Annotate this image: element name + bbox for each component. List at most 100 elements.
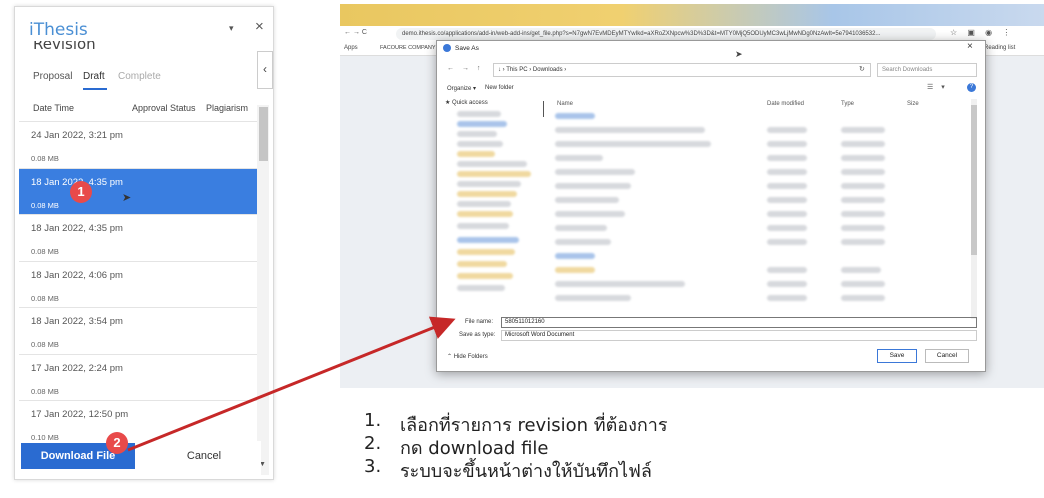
blurred-nav-item xyxy=(457,181,521,187)
active-tab-indicator xyxy=(83,88,107,90)
blurred-file-meta xyxy=(841,155,885,161)
revision-row[interactable]: 18 Jan 2022, 4:06 pm 0.08 MB xyxy=(19,260,257,308)
bookmark-reading-list[interactable]: Reading list xyxy=(984,45,1015,51)
column-header-approval: Approval Status xyxy=(132,103,196,113)
step-number: 2. xyxy=(364,433,382,454)
blurred-file-meta xyxy=(767,211,807,217)
column-header-plagiarism: Plagiarism xyxy=(206,103,249,113)
revision-date: 18 Jan 2022, 3:54 pm xyxy=(31,316,123,327)
save-type-row: Save as type: Microsoft Word Document xyxy=(447,330,977,342)
blurred-file-meta xyxy=(767,197,807,203)
dialog-nav-icons[interactable]: ← → ↑ xyxy=(447,65,483,72)
blurred-nav-item xyxy=(457,249,515,255)
blurred-file-meta xyxy=(767,155,807,161)
panel-title: iThesis xyxy=(29,20,88,40)
blurred-file-meta xyxy=(841,281,885,287)
navigation-pane[interactable]: ★ Quick access xyxy=(443,99,541,319)
hide-folders-toggle[interactable]: ⌃ Hide Folders xyxy=(447,353,488,360)
save-type-select[interactable]: Microsoft Word Document xyxy=(501,330,977,341)
revision-row[interactable]: 18 Jan 2022, 4:35 pm 0.08 MB xyxy=(19,214,257,261)
step-number: 1. xyxy=(364,410,382,431)
revision-row[interactable]: 18 Jan 2022, 3:54 pm 0.08 MB xyxy=(19,307,257,354)
ithesis-panel: iThesis ▾ × Revision ‹ Proposal Draft Co… xyxy=(14,6,274,480)
address-bar[interactable]: demo.ithesis.co/applications/add-in/web-… xyxy=(396,28,936,40)
browser-tab-strip xyxy=(340,4,1044,26)
blurred-file-meta xyxy=(767,239,807,245)
blurred-file-meta xyxy=(767,127,807,133)
blurred-file-meta xyxy=(841,169,885,175)
scrollbar-thumb[interactable] xyxy=(259,107,268,161)
close-icon[interactable]: × xyxy=(255,18,264,35)
bookmark-apps[interactable]: Apps xyxy=(344,45,358,51)
cancel-button[interactable]: Cancel xyxy=(925,349,969,363)
blurred-nav-item xyxy=(457,171,531,177)
blurred-file-meta xyxy=(841,225,885,231)
refresh-icon[interactable]: ↻ xyxy=(859,65,865,73)
search-input[interactable]: Search Downloads xyxy=(877,63,977,77)
blurred-file-meta xyxy=(767,267,807,273)
revision-row[interactable]: 17 Jan 2022, 2:24 pm 0.08 MB xyxy=(19,353,257,401)
dialog-title: Save As xyxy=(455,45,479,52)
cancel-button[interactable]: Cancel xyxy=(155,443,253,469)
help-icon[interactable]: ? xyxy=(967,83,976,92)
blurred-nav-item xyxy=(457,211,513,217)
blurred-file-row xyxy=(555,281,685,287)
column-header-type[interactable]: Type xyxy=(841,101,854,107)
quick-access-item[interactable]: ★ Quick access xyxy=(445,99,488,106)
revision-row[interactable]: 17 Jan 2022, 12:50 pm 0.10 MB xyxy=(19,400,257,447)
column-header-date-modified[interactable]: Date modified xyxy=(767,101,804,107)
file-list-scroll-thumb[interactable] xyxy=(971,105,977,255)
save-type-label: Save as type: xyxy=(459,332,496,338)
browser-toolbar-icons[interactable]: ☆ ▣ ◉ ⋮ xyxy=(950,28,1014,37)
mouse-cursor-icon: ➤ xyxy=(122,192,132,204)
blurred-file-row xyxy=(555,141,711,147)
revision-size: 0.08 MB xyxy=(31,247,59,256)
blurred-file-row xyxy=(555,267,595,273)
revision-row-selected[interactable]: 18 Jan 2022, 4:35 pm 0.08 MB xyxy=(19,167,257,214)
blurred-nav-item xyxy=(457,121,507,127)
blurred-file-row xyxy=(555,225,607,231)
blurred-nav-item xyxy=(457,285,505,291)
save-button[interactable]: Save xyxy=(877,349,917,363)
chrome-icon xyxy=(443,44,451,52)
blurred-file-group xyxy=(555,113,595,119)
blurred-file-meta xyxy=(841,295,885,301)
blurred-file-meta xyxy=(767,281,807,287)
revision-row[interactable]: 24 Jan 2022, 3:21 pm 0.08 MB xyxy=(19,121,257,168)
browser-nav-icons[interactable]: ← → C xyxy=(344,29,367,36)
close-icon[interactable]: × xyxy=(967,41,973,52)
blurred-file-row xyxy=(555,127,705,133)
blurred-file-meta xyxy=(767,295,807,301)
tab-complete[interactable]: Complete xyxy=(118,71,161,82)
revision-list: 24 Jan 2022, 3:21 pm 0.08 MB 18 Jan 2022… xyxy=(19,121,257,447)
revision-date: 18 Jan 2022, 4:35 pm xyxy=(31,223,123,234)
blurred-file-row xyxy=(555,197,619,203)
chevron-down-icon[interactable]: ▾ xyxy=(229,23,234,34)
browser-screenshot: ← → C demo.ithesis.co/applications/add-i… xyxy=(340,4,1044,388)
blurred-nav-item xyxy=(457,191,517,197)
blurred-file-row xyxy=(555,155,603,161)
file-name-input[interactable]: 580511012160 xyxy=(501,317,977,328)
column-header-name[interactable]: Name xyxy=(557,101,573,107)
blurred-file-row xyxy=(555,211,625,217)
tab-draft[interactable]: Draft xyxy=(83,71,105,82)
blurred-nav-item xyxy=(457,223,509,229)
collapse-panel-button[interactable]: ‹ xyxy=(257,51,273,89)
view-options-icon[interactable]: ☰ ▾ xyxy=(927,83,948,91)
column-header-size[interactable]: Size xyxy=(907,101,919,107)
file-name-label: File name: xyxy=(465,319,494,325)
blurred-nav-item xyxy=(457,131,497,137)
pane-divider[interactable] xyxy=(543,101,544,117)
organize-button[interactable]: Organize ▾ xyxy=(447,85,476,92)
bookmark-facoure[interactable]: FACOURE COMPANY xyxy=(380,45,436,51)
new-folder-button[interactable]: New folder xyxy=(485,85,514,91)
tab-proposal[interactable]: Proposal xyxy=(33,71,72,82)
panel-footer: Download File Cancel xyxy=(15,441,261,479)
blurred-nav-item xyxy=(457,151,495,157)
path-bar[interactable]: ↓ › This PC › Downloads › xyxy=(493,63,871,77)
column-header-date: Date Time xyxy=(33,103,75,113)
file-name-row: File name: 580511012160 xyxy=(447,317,977,329)
blurred-file-row xyxy=(555,183,631,189)
save-as-dialog: Save As × ➤ ← → ↑ ↓ › This PC › Download… xyxy=(436,40,986,372)
blurred-file-meta xyxy=(841,267,881,273)
